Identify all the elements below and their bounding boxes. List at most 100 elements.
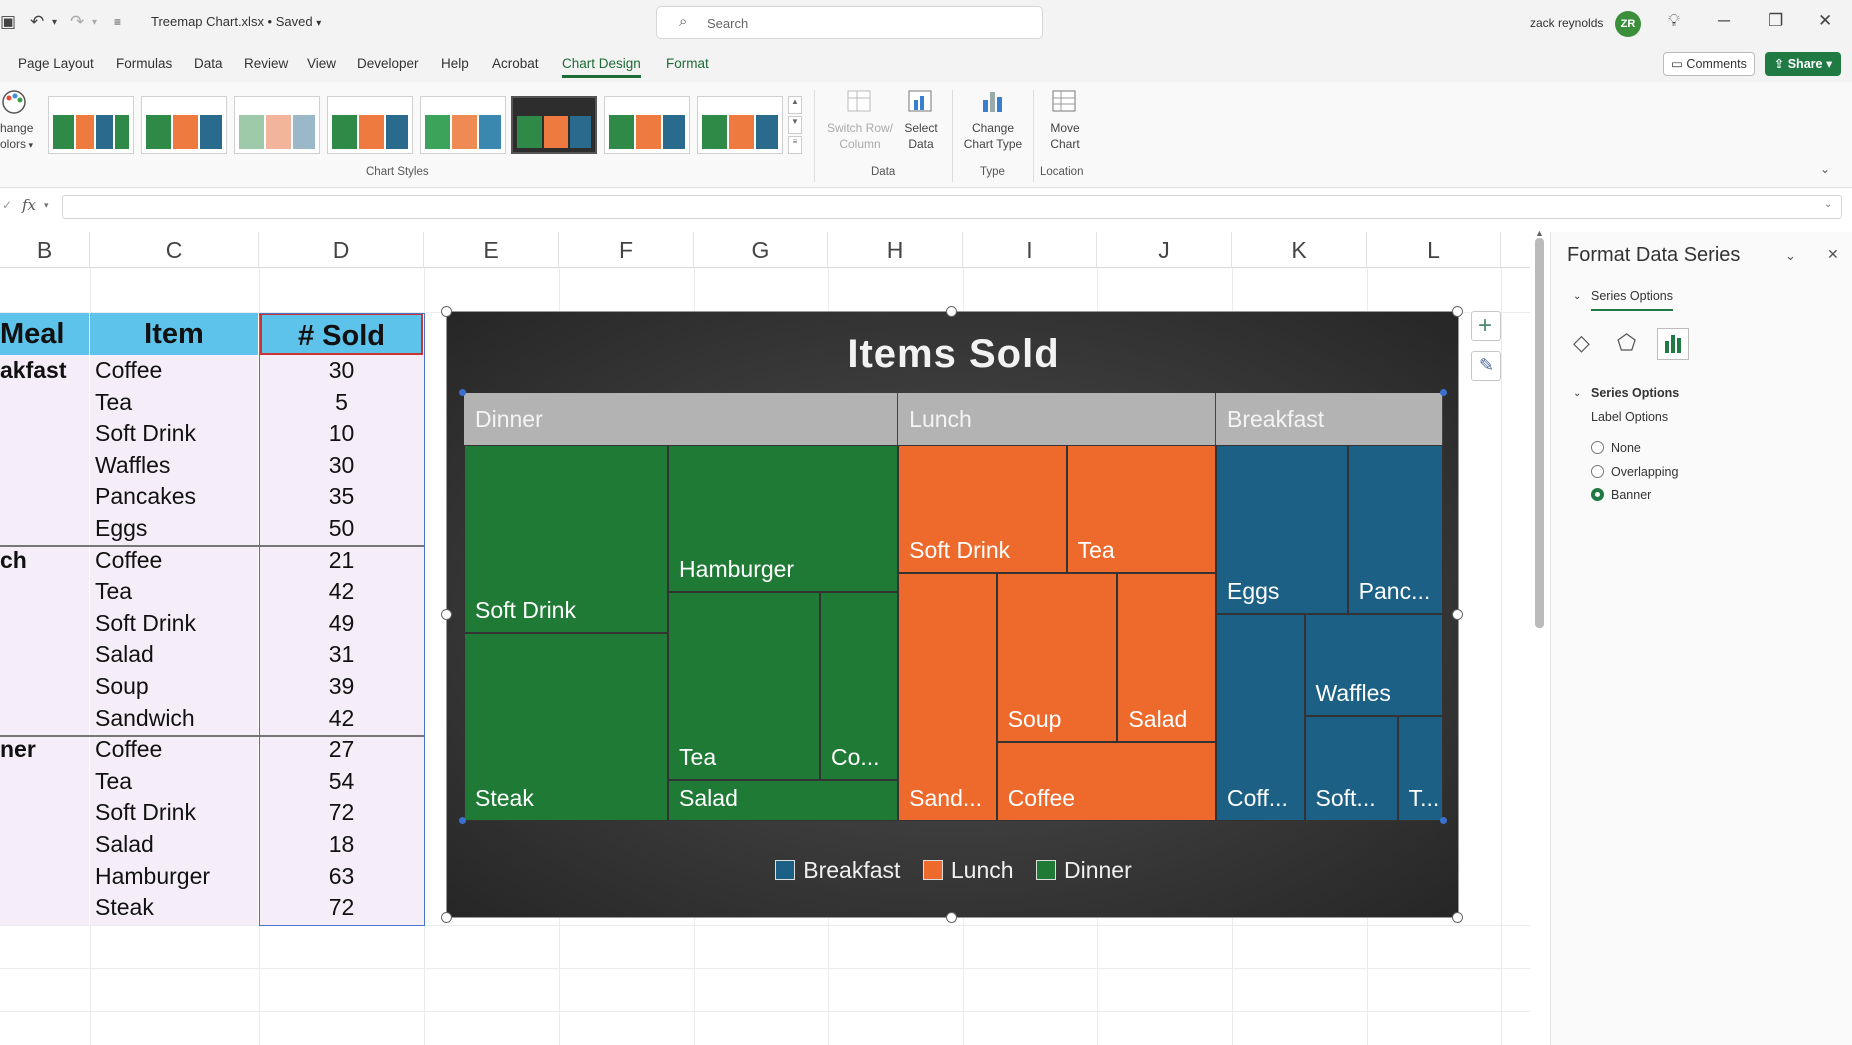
effects-icon[interactable]: ⬠	[1617, 330, 1636, 356]
tab-formulas[interactable]: Formulas	[116, 56, 172, 71]
column-header-h[interactable]: H	[828, 232, 963, 268]
cell-meal[interactable]	[0, 576, 89, 608]
cell-meal[interactable]	[0, 481, 89, 513]
tab-format[interactable]: Format	[666, 56, 709, 71]
minimize-icon[interactable]: ─	[1718, 11, 1730, 31]
treemap-tile-lunch[interactable]: Tea	[1066, 445, 1216, 573]
cell-item[interactable]: Soft Drink	[95, 608, 255, 640]
group-banner-breakfast[interactable]: Breakfast	[1215, 393, 1443, 445]
treemap-tile-dinner[interactable]: Salad	[668, 779, 899, 821]
plot-handle[interactable]	[459, 389, 466, 396]
cell-item[interactable]: Soft Drink	[95, 418, 255, 450]
cell-meal[interactable]	[0, 387, 89, 419]
cell-item[interactable]: Soft Drink	[95, 797, 255, 829]
treemap-tile-breakfast[interactable]: Waffles	[1304, 614, 1443, 716]
cell-meal[interactable]	[0, 608, 89, 640]
resize-handle-w[interactable]	[441, 609, 452, 620]
tab-data[interactable]: Data	[194, 56, 223, 71]
treemap-chart[interactable]: Items Sold Dinner Soft Drink Steak Hamburge…	[446, 311, 1459, 918]
cell-item[interactable]: Coffee	[95, 734, 255, 766]
change-chart-type-button[interactable]: Change Chart Type	[958, 88, 1028, 160]
chart-style-5[interactable]	[420, 96, 506, 154]
cell-meal[interactable]	[0, 797, 89, 829]
treemap-tile-breakfast[interactable]: Eggs	[1215, 445, 1348, 615]
cell-meal[interactable]: ner	[0, 734, 89, 766]
cell-meal[interactable]	[0, 671, 89, 703]
restore-icon[interactable]: ❐	[1768, 11, 1783, 31]
autosave-icon[interactable]: ▣	[0, 12, 16, 32]
redo-dropdown-icon[interactable]: ▾	[92, 17, 97, 28]
column-header-b[interactable]: B	[0, 232, 90, 268]
plot-handle[interactable]	[1440, 389, 1447, 396]
plot-area[interactable]: Dinner Soft Drink Steak Hamburger Tea Co... Sa…	[464, 393, 1443, 821]
chart-elements-button[interactable]: +	[1471, 311, 1501, 341]
resize-handle-nw[interactable]	[441, 306, 452, 317]
treemap-tile-breakfast[interactable]: Panc...	[1347, 445, 1443, 615]
redo-icon[interactable]: ↷	[70, 12, 84, 32]
tab-review[interactable]: Review	[244, 56, 288, 71]
cell-meal[interactable]	[0, 892, 89, 924]
cell-item[interactable]: Coffee	[95, 545, 255, 577]
cell-meal[interactable]: akfast	[0, 355, 89, 387]
treemap-tile-lunch[interactable]: Coffee	[996, 742, 1216, 821]
treemap-tile-breakfast[interactable]: Coff...	[1215, 614, 1305, 821]
styles-scroll-up-icon[interactable]: ▲	[788, 96, 802, 114]
cell-item[interactable]: Tea	[95, 766, 255, 798]
series-options-chevron-icon[interactable]: ⌄	[1573, 291, 1581, 302]
fx-dropdown-icon[interactable]: ▾	[44, 200, 49, 211]
column-header-e[interactable]: E	[424, 232, 559, 268]
lightbulb-icon[interactable]: 💡︎	[1668, 11, 1680, 31]
column-header-f[interactable]: F	[559, 232, 694, 268]
column-header-i[interactable]: I	[963, 232, 1097, 268]
cell-item[interactable]: Soup	[95, 671, 255, 703]
switch-row-column-button[interactable]: Switch Row/ Column	[822, 88, 898, 160]
tab-chart-design[interactable]: Chart Design	[562, 56, 641, 78]
chart-legend[interactable]: Breakfast Lunch Dinner	[447, 857, 1460, 884]
resize-handle-ne[interactable]	[1452, 306, 1463, 317]
cell-meal[interactable]	[0, 861, 89, 893]
plot-handle[interactable]	[1440, 817, 1447, 824]
chart-style-7[interactable]	[604, 96, 690, 154]
resize-handle-n[interactable]	[946, 306, 957, 317]
cell-meal[interactable]	[0, 703, 89, 735]
share-button[interactable]: ⇪ Share ▾	[1765, 52, 1841, 76]
comments-button[interactable]: ▭ Comments	[1663, 52, 1755, 76]
cell-item[interactable]: Salad	[95, 829, 255, 861]
radio-overlapping[interactable]	[1591, 465, 1604, 478]
styles-scroll-down-icon[interactable]: ▼	[788, 116, 802, 134]
treemap-tile-dinner[interactable]: Soft Drink	[464, 445, 669, 633]
series-options-icon-button[interactable]	[1657, 328, 1689, 360]
tab-developer[interactable]: Developer	[357, 56, 419, 71]
styles-more-icon[interactable]: ≡	[788, 136, 802, 154]
chart-style-2[interactable]	[141, 96, 227, 154]
tab-page-layout[interactable]: Page Layout	[18, 56, 94, 71]
cell-meal[interactable]	[0, 766, 89, 798]
vertical-scrollbar[interactable]	[1535, 238, 1544, 628]
section-chevron-icon[interactable]: ⌄	[1573, 388, 1581, 399]
column-header-g[interactable]: G	[694, 232, 828, 268]
resize-handle-s[interactable]	[946, 912, 957, 923]
radio-banner[interactable]	[1591, 488, 1604, 501]
column-header-c[interactable]: C	[90, 232, 259, 268]
cell-item[interactable]: Sandwich	[95, 703, 255, 735]
tab-view[interactable]: View	[307, 56, 336, 71]
expand-formula-icon[interactable]: ⌄	[1824, 199, 1832, 210]
cell-meal[interactable]	[0, 418, 89, 450]
search-input[interactable]: ⌕ Search	[656, 6, 1043, 39]
tab-acrobat[interactable]: Acrobat	[492, 56, 539, 71]
cell-item[interactable]: Waffles	[95, 450, 255, 482]
resize-handle-se[interactable]	[1452, 912, 1463, 923]
enter-check-icon[interactable]: ✓	[2, 198, 12, 212]
pane-options-icon[interactable]: ⌄	[1785, 248, 1796, 264]
cell-item[interactable]: Pancakes	[95, 481, 255, 513]
formula-input[interactable]	[62, 195, 1842, 219]
cell-item[interactable]: Coffee	[95, 355, 255, 387]
table-header-item[interactable]: Item	[90, 313, 258, 355]
cell-item[interactable]: Salad	[95, 639, 255, 671]
chart-style-4[interactable]	[327, 96, 413, 154]
cell-meal[interactable]	[0, 450, 89, 482]
undo-dropdown-icon[interactable]: ▾	[52, 17, 57, 28]
radio-none[interactable]	[1591, 441, 1604, 454]
fill-line-icon[interactable]: ◇	[1573, 330, 1590, 356]
treemap-tile-dinner[interactable]: Co...	[820, 591, 899, 780]
